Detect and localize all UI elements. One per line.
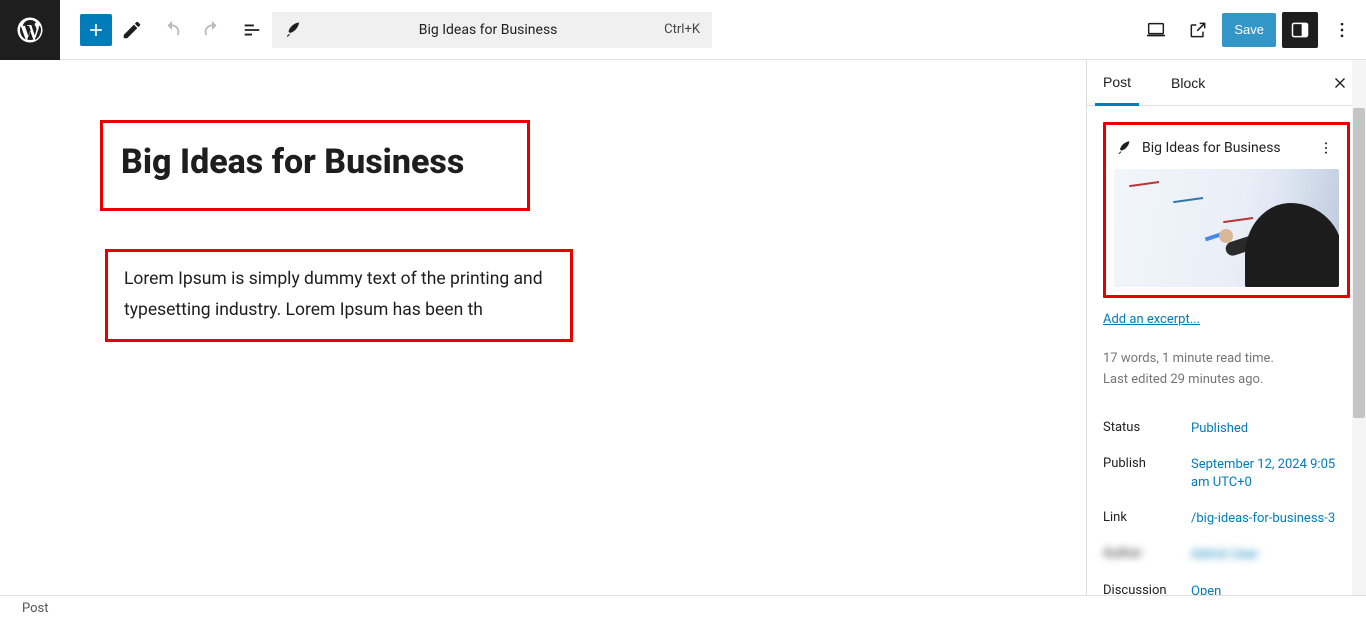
tab-block[interactable]: Block — [1163, 60, 1213, 106]
close-icon — [1331, 74, 1349, 92]
meta-key: Author — [1103, 546, 1191, 561]
list-icon — [241, 19, 263, 41]
word-count-text: 17 words, 1 minute read time. — [1103, 349, 1350, 370]
meta-key: Publish — [1103, 456, 1191, 471]
tab-post[interactable]: Post — [1095, 60, 1139, 106]
discussion-value[interactable]: Open — [1191, 583, 1350, 595]
save-button[interactable]: Save — [1222, 13, 1276, 47]
link-value[interactable]: /big-ideas-for-business-3 — [1191, 510, 1350, 528]
meta-row-discussion: Discussion Open — [1103, 574, 1350, 595]
kebab-icon — [1332, 20, 1352, 40]
editor-content: Big Ideas for Business Lorem Ipsum is si… — [100, 120, 820, 342]
document-overview-button[interactable] — [232, 0, 272, 60]
status-value[interactable]: Published — [1191, 420, 1350, 438]
undo-button[interactable] — [152, 0, 192, 60]
meta-row-link: Link /big-ideas-for-business-3 — [1103, 501, 1350, 537]
post-title-highlight: Big Ideas for Business — [100, 120, 530, 211]
block-inserter-button[interactable] — [80, 14, 112, 46]
document-title: Big Ideas for Business — [312, 22, 664, 38]
top-toolbar: Big Ideas for Business Ctrl+K Save — [0, 0, 1366, 60]
undo-icon — [161, 19, 183, 41]
sidebar-icon — [1290, 20, 1310, 40]
post-actions-button[interactable] — [1315, 137, 1337, 159]
post-body-highlight: Lorem Ipsum is simply dummy text of the … — [105, 249, 573, 342]
breadcrumb-root[interactable]: Post — [22, 601, 49, 616]
last-edited-text: Last edited 29 minutes ago. — [1103, 370, 1350, 391]
kebab-icon — [1318, 140, 1334, 156]
sidebar-tabs: Post Block — [1087, 60, 1366, 106]
settings-sidebar: Post Block Big Ideas for Business — [1086, 60, 1366, 595]
meta-key: Status — [1103, 420, 1191, 435]
quill-icon — [284, 21, 302, 39]
editor-canvas[interactable]: Big Ideas for Business Lorem Ipsum is si… — [0, 60, 1086, 595]
view-button[interactable] — [1138, 12, 1174, 48]
featured-image[interactable] — [1114, 169, 1339, 287]
options-button[interactable] — [1324, 12, 1360, 48]
scrollbar-thumb[interactable] — [1353, 108, 1365, 418]
plus-icon — [86, 20, 106, 40]
add-excerpt-link[interactable]: Add an excerpt... — [1103, 312, 1200, 327]
quill-icon — [1116, 140, 1132, 156]
document-title-bar[interactable]: Big Ideas for Business Ctrl+K — [272, 12, 712, 48]
post-panel: Big Ideas for Business — [1087, 106, 1366, 595]
meta-row-hidden: Author Admin User — [1103, 537, 1350, 573]
external-link-icon — [1188, 20, 1208, 40]
settings-sidebar-toggle[interactable] — [1282, 12, 1318, 48]
meta-row-status: Status Published — [1103, 411, 1350, 447]
shortcut-hint: Ctrl+K — [664, 22, 700, 37]
meta-key: Discussion — [1103, 583, 1191, 595]
redo-icon — [201, 19, 223, 41]
post-stats: 17 words, 1 minute read time. Last edite… — [1103, 349, 1350, 391]
post-title[interactable]: Big Ideas for Business — [121, 141, 509, 184]
post-summary-title: Big Ideas for Business — [1142, 140, 1281, 156]
redo-button[interactable] — [192, 0, 232, 60]
wordpress-logo[interactable] — [0, 0, 60, 60]
laptop-icon — [1145, 19, 1167, 41]
publish-value[interactable]: September 12, 2024 9:05 am UTC+0 — [1191, 456, 1350, 492]
sidebar-scrollbar[interactable] — [1352, 60, 1366, 595]
pencil-icon — [121, 19, 143, 41]
meta-row-publish: Publish September 12, 2024 9:05 am UTC+0 — [1103, 447, 1350, 501]
breadcrumb-bar: Post — [0, 595, 1366, 620]
tools-button[interactable] — [112, 0, 152, 60]
post-paragraph[interactable]: Lorem Ipsum is simply dummy text of the … — [124, 264, 554, 327]
preview-button[interactable] — [1180, 12, 1216, 48]
topbar-right-actions: Save — [1138, 12, 1366, 48]
post-summary-card: Big Ideas for Business — [1103, 122, 1350, 298]
meta-key: Link — [1103, 510, 1191, 525]
post-meta-table: Status Published Publish September 12, 2… — [1103, 411, 1350, 595]
main-area: Big Ideas for Business Lorem Ipsum is si… — [0, 60, 1366, 595]
hidden-value[interactable]: Admin User — [1191, 546, 1350, 564]
